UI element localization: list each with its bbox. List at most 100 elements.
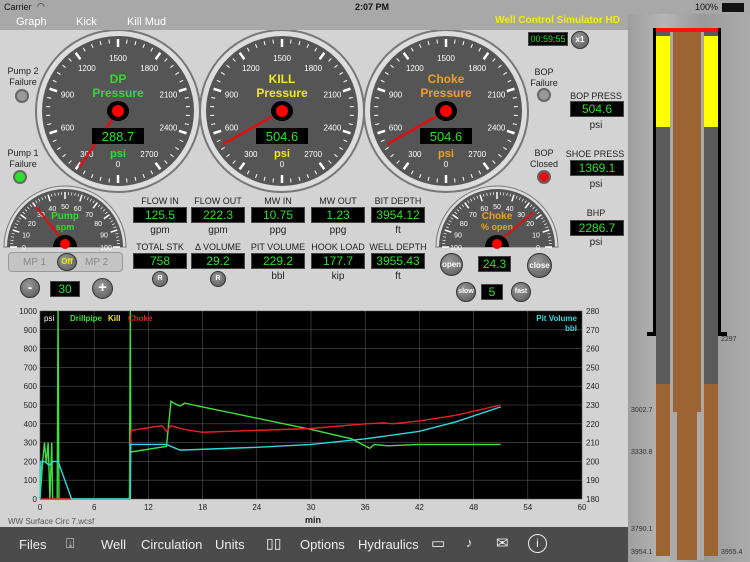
choke-fast-button[interactable]: fast: [511, 282, 531, 302]
pit-volume-value: 229.2: [251, 253, 305, 269]
pump_gauge-tick-label: 10: [22, 232, 30, 239]
flow-out-value: 222.3: [191, 207, 245, 223]
pit-volume-label: PIT VOLUME: [250, 242, 306, 252]
mw-in-unit: ppg: [269, 225, 287, 236]
hook-load-label: HOOK LOAD: [311, 242, 365, 252]
bop-press-unit: psi: [589, 120, 603, 131]
mail-icon[interactable]: ✉: [496, 534, 509, 552]
mw-out-value: 1.23: [311, 207, 365, 223]
dp-tick-label: 2100: [160, 91, 178, 100]
bop-closed-label: BOP Closed: [529, 148, 558, 169]
y-left-tick-label: 100: [24, 476, 38, 485]
menu-kill-mud[interactable]: Kill Mud: [127, 16, 166, 28]
speed-button[interactable]: x1: [571, 31, 589, 49]
circulation-button[interactable]: Circulation: [141, 537, 202, 552]
choke-tick: [436, 39, 438, 44]
pump_gauge-hub-dot: [60, 239, 70, 249]
pump_gauge-tick-label: 90: [100, 232, 108, 239]
choke-position-value: 24.3: [478, 256, 511, 272]
y-right-tick-label: 240: [586, 382, 600, 391]
chat-icon[interactable]: ▭: [431, 534, 445, 552]
hook-load-unit: kip: [331, 271, 345, 282]
choke-tick-label: 1500: [437, 54, 455, 63]
dp-tick-label: 1800: [140, 64, 158, 73]
choke-tick: [454, 178, 456, 183]
choke-tick-label: 2400: [488, 123, 506, 132]
mw-out-unit: ppg: [329, 225, 347, 236]
total-stk-value: 758: [133, 253, 187, 269]
menu-bar: Graph Kick Kill Mud Well Control Simulat…: [0, 14, 628, 30]
choke_gauge-tick-label: 100: [450, 245, 462, 252]
pump-selector[interactable]: MP 1 Off MP 2: [8, 252, 123, 272]
total-stk-label: TOTAL STK: [136, 242, 184, 252]
dp-tick-label: 2700: [140, 150, 158, 159]
flow-in-unit: gpm: [150, 225, 170, 236]
legend-pit-volume: Pit Volume: [536, 314, 577, 323]
mp2-option[interactable]: MP 2: [85, 257, 108, 268]
flow-out-unit: gpm: [208, 225, 228, 236]
flow-out-label: FLOW OUT: [194, 196, 242, 206]
dp-tick: [126, 178, 128, 183]
dp-tick: [108, 39, 110, 44]
download-icon[interactable]: ⍗: [66, 535, 74, 552]
choke-open-button[interactable]: open: [440, 253, 463, 276]
kill-tick-label: 1500: [273, 54, 291, 63]
pump1-failure-led[interactable]: [13, 170, 27, 184]
choke-gauge-subtitle: Pressure: [420, 86, 472, 100]
drillpipe-mud: [673, 32, 701, 412]
spm-decrease-button[interactable]: -: [20, 278, 40, 298]
info-icon[interactable]: i: [528, 534, 547, 553]
choke-gauge-unit: psi: [438, 148, 454, 160]
choke-tick-label: 1800: [468, 64, 486, 73]
x-tick-label: 54: [523, 503, 532, 512]
options-button[interactable]: Options: [300, 537, 345, 552]
total-stk-reset-button[interactable]: R: [152, 271, 168, 287]
mp1-option[interactable]: MP 1: [23, 257, 46, 268]
choke_gauge-title: Choke: [482, 211, 513, 222]
pump_gauge-subtitle: spm: [56, 222, 75, 232]
y-left-tick-label: 200: [24, 457, 38, 466]
x-tick-label: 6: [92, 503, 97, 512]
y-right-tick-label: 200: [586, 457, 600, 466]
pump-off-switch[interactable]: Off: [57, 253, 77, 271]
choke-tick-label: 900: [389, 91, 403, 100]
y-left-tick-label: 1000: [19, 307, 37, 316]
kill-tick: [272, 178, 274, 183]
battery-icon: [722, 3, 744, 12]
x-tick-label: 30: [307, 503, 316, 512]
kill-gauge-unit: psi: [274, 148, 290, 160]
units-button[interactable]: Units: [215, 537, 245, 552]
kill-gauge-subtitle: Pressure: [256, 86, 308, 100]
pause-icon[interactable]: ▯▯: [266, 535, 281, 552]
pump_gauge-tick-label: 0: [22, 245, 26, 252]
hydraulics-button[interactable]: Hydraulics: [358, 537, 419, 552]
pump2-failure-led[interactable]: [15, 89, 29, 103]
y-right-tick-label: 250: [586, 363, 600, 372]
well-button[interactable]: Well: [101, 537, 126, 552]
kill-gauge-readout: 504.6: [266, 129, 299, 144]
bop-closed-led[interactable]: [537, 170, 551, 184]
pit-volume-unit: bbl: [271, 271, 285, 282]
menu-kick[interactable]: Kick: [76, 16, 97, 28]
sound-icon[interactable]: ♪: [466, 535, 473, 550]
choke-close-button[interactable]: close: [527, 253, 552, 278]
dp-gauge-title: DP: [110, 72, 127, 86]
volume-reset-button[interactable]: R: [210, 271, 226, 287]
dp-gauge-unit: psi: [110, 148, 126, 160]
choke_gauge-tick-label: 0: [536, 245, 540, 252]
bit-depth-label: BIT DEPTH: [374, 196, 422, 206]
files-button[interactable]: Files: [19, 537, 46, 552]
kill-gauge-title: KILL: [269, 72, 296, 86]
menu-graph[interactable]: Graph: [16, 16, 47, 28]
kill-tick: [290, 39, 292, 44]
bit-depth-unit: ft: [395, 225, 401, 236]
choke-slow-button[interactable]: slow: [456, 282, 476, 302]
spm-increase-button[interactable]: +: [92, 278, 113, 299]
bop-failure-led[interactable]: [537, 88, 551, 102]
shoe-press-label: SHOE PRESS: [565, 149, 625, 159]
spm-value: 30: [50, 281, 80, 297]
choke-gauge-hub-dot: [440, 105, 452, 117]
x-tick-label: 24: [252, 503, 261, 512]
depth-label-3: 3790.1: [631, 526, 653, 533]
dp-tick: [126, 39, 128, 44]
